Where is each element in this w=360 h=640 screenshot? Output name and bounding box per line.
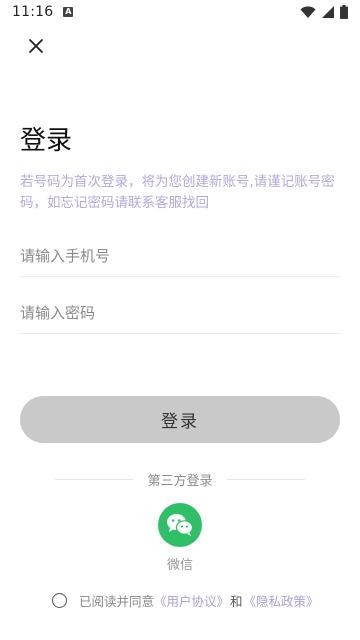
login-button[interactable]: 登录	[20, 396, 340, 443]
agreement-row: 已阅读并同意 《用户协议》 和 《隐私政策》	[52, 591, 319, 610]
agree-radio[interactable]	[52, 593, 67, 608]
wechat-login-button[interactable]	[158, 503, 202, 547]
notification-icon: A	[63, 7, 74, 17]
divider-line-left	[55, 479, 134, 480]
status-left: 11:16 A	[12, 4, 74, 20]
wechat-icon	[167, 514, 194, 536]
agreement-prefix: 已阅读并同意	[79, 594, 155, 609]
agreement-and: 和	[230, 594, 243, 609]
status-time: 11:16	[12, 4, 54, 20]
wifi-icon	[300, 5, 316, 18]
first-login-notice: 若号码为首次登录，将为您创建新账号,请谨记账号密码，如忘记密码请联系客服找回	[20, 174, 335, 211]
divider-line-right	[226, 479, 305, 480]
third-party-divider: 第三方登录	[0, 470, 360, 489]
signal-icon	[322, 6, 334, 18]
close-icon	[29, 39, 43, 53]
third-party-label: 第三方登录	[147, 474, 213, 489]
privacy-policy-link[interactable]: 《隐私政策》	[244, 591, 319, 610]
phone-input[interactable]	[20, 237, 340, 275]
phone-field	[20, 237, 340, 277]
status-right	[300, 5, 348, 19]
password-field	[20, 294, 340, 334]
close-button[interactable]	[24, 34, 48, 58]
user-agreement-link[interactable]: 《用户协议》	[154, 591, 229, 610]
page-title: 登录	[20, 126, 73, 156]
status-bar: 11:16 A	[0, 0, 360, 24]
password-input[interactable]	[20, 294, 340, 332]
battery-icon	[340, 5, 348, 19]
wechat-label: 微信	[166, 558, 193, 573]
